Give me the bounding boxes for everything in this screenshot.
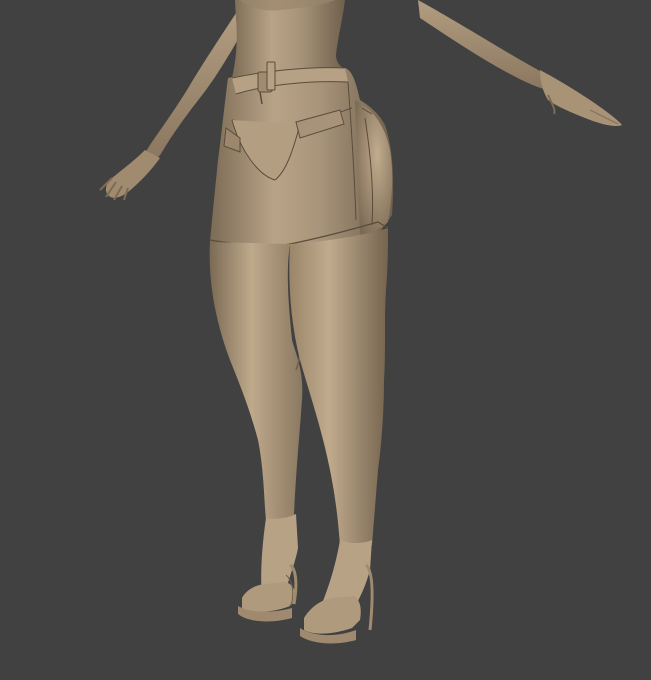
shorts	[209, 61, 394, 247]
right-boot	[300, 540, 374, 644]
right-leg	[289, 228, 388, 545]
right-arm	[418, 0, 622, 127]
torso	[232, 0, 345, 78]
left-boot	[238, 514, 298, 622]
3d-viewport[interactable]	[0, 0, 651, 680]
sculpt-model-render[interactable]	[0, 0, 651, 680]
